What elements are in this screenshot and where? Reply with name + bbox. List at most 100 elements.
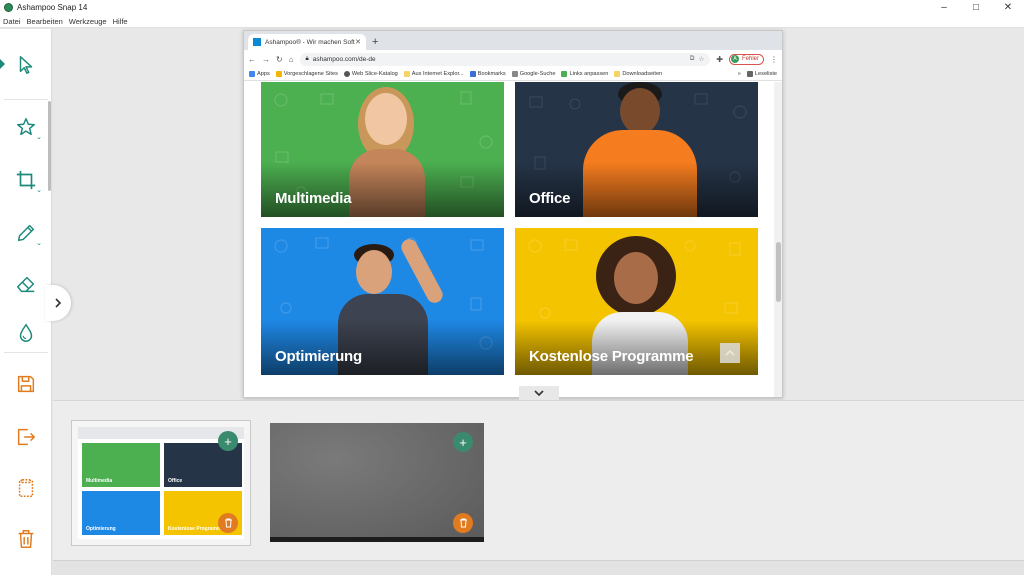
pencil-icon (17, 224, 35, 242)
address-bar[interactable]: 🔒︎ ashampoo.com/de-de ⧉ ☆ (299, 52, 711, 66)
browser-scrollbar[interactable] (774, 82, 782, 397)
bookmark-star-icon[interactable]: ☆ (698, 55, 704, 63)
bookmark-item[interactable]: Vorgeschlagene Sites (275, 71, 338, 77)
crop-icon (16, 170, 36, 190)
drop-icon (19, 323, 33, 342)
export-tool-button[interactable] (8, 419, 44, 455)
bookmark-item[interactable]: Aus Internet Explor... (403, 71, 464, 77)
tile-label: Kostenlose Programme (529, 348, 694, 365)
add-thumbnail-button[interactable]: + (218, 431, 238, 451)
tab-close-icon[interactable]: ✕ (355, 38, 361, 46)
toolbar-divider (4, 352, 48, 353)
thumbnail-capture-2[interactable]: + (270, 423, 484, 542)
home-icon[interactable]: ⌂ (289, 55, 294, 64)
app-window: Ashampoo Snap 14 – □ ✕ Datei Bearbeiten … (0, 0, 1024, 575)
chevron-right-icon (55, 298, 62, 308)
forward-icon[interactable]: → (262, 55, 270, 64)
share-icon[interactable]: ⧉ (690, 55, 695, 63)
blur-tool-button[interactable] (8, 315, 44, 351)
toolbar-scrollbar[interactable] (48, 101, 51, 191)
chevron-up-icon (725, 349, 735, 356)
trash-icon (459, 518, 467, 528)
browser-tab-strip: Ashampoo® - Wir machen Soft ✕ + (244, 31, 782, 50)
status-bar (53, 560, 1024, 575)
menu-edit[interactable]: Bearbeiten (24, 17, 66, 26)
window-title: Ashampoo Snap 14 (17, 3, 88, 12)
menu-file[interactable]: Datei (0, 17, 24, 26)
pen-tool-button[interactable]: ⌄ (8, 215, 44, 251)
taskbar-preview (270, 537, 484, 542)
clipboard-tool-button[interactable] (8, 470, 44, 506)
cursor-icon (19, 56, 33, 74)
plus-icon: + (224, 433, 232, 449)
bookmark-item[interactable]: Bookmarks (469, 71, 506, 77)
select-tool-button[interactable] (8, 47, 44, 83)
eraser-icon (17, 276, 35, 293)
browser-tab[interactable]: Ashampoo® - Wir machen Soft ✕ (248, 34, 366, 50)
export-icon (17, 428, 35, 446)
eraser-tool-button[interactable] (8, 266, 44, 302)
collapse-thumbnails-button[interactable] (519, 386, 559, 400)
scroll-to-top-button[interactable] (720, 343, 740, 363)
bookmark-item[interactable]: Apps (249, 71, 270, 77)
address-url: ashampoo.com/de-de (312, 55, 376, 63)
trash-icon (18, 530, 34, 548)
bookmark-item[interactable]: Google-Suche (511, 71, 555, 77)
tile-label: Multimedia (275, 190, 352, 207)
browser-menu-icon[interactable]: ⋮ (770, 55, 778, 64)
tile-label: Optimierung (275, 348, 362, 365)
chevron-down-icon (534, 390, 544, 397)
delete-thumbnail-button[interactable] (453, 513, 473, 533)
bookmarks-bar: Apps Vorgeschlagene Sites Web Slice-Kata… (244, 68, 782, 81)
save-tool-button[interactable] (8, 366, 44, 402)
thumbnail-tile: Multimedia (82, 443, 160, 487)
chevron-down-icon: ⌄ (36, 240, 42, 247)
star-icon (17, 118, 35, 136)
tile-label: Office (529, 190, 571, 207)
plus-icon: + (459, 434, 467, 450)
category-tile-office[interactable]: Office (515, 82, 758, 217)
thumbnail-capture-1[interactable]: Multimedia Office Optimierung Kostenlose… (71, 420, 251, 546)
captured-screenshot[interactable]: Ashampoo® - Wir machen Soft ✕ + ← → ↻ ⌂ … (243, 30, 783, 398)
active-tool-indicator (0, 59, 5, 69)
delete-tool-button[interactable] (8, 521, 44, 557)
clipboard-icon (18, 479, 34, 497)
thumbnail-panel: Multimedia Office Optimierung Kostenlose… (53, 400, 1024, 560)
minimize-button[interactable]: – (928, 0, 960, 15)
more-bookmarks-icon[interactable]: » (738, 71, 741, 77)
browser-address-row: ← → ↻ ⌂ 🔒︎ ashampoo.com/de-de ⧉ ☆ ✚ A Fe… (244, 50, 782, 68)
bookmark-item[interactable]: Links anpassen (561, 71, 608, 77)
category-tile-optimierung[interactable]: Optimierung (261, 228, 504, 375)
menu-tools[interactable]: Werkzeuge (66, 17, 110, 26)
extensions-icon[interactable]: ✚ (716, 55, 723, 64)
title-bar: Ashampoo Snap 14 – □ ✕ (0, 0, 1024, 15)
save-icon (17, 375, 35, 393)
crop-tool-button[interactable]: ⌄ (8, 162, 44, 198)
new-tab-icon[interactable]: + (372, 36, 378, 48)
delete-thumbnail-button[interactable] (218, 513, 238, 533)
category-tile-kostenlose-programme[interactable]: Kostenlose Programme (515, 228, 758, 375)
bookmark-item[interactable]: Downloadseiten (614, 71, 662, 77)
chevron-down-icon: ⌄ (36, 187, 42, 194)
maximize-button[interactable]: □ (960, 0, 992, 15)
menu-bar: Datei Bearbeiten Werkzeuge Hilfe (0, 15, 1024, 28)
category-tile-multimedia[interactable]: Multimedia (261, 82, 504, 217)
profile-button[interactable]: A Fehler (728, 53, 764, 65)
app-logo-icon (4, 3, 13, 12)
lock-icon: 🔒︎ (305, 55, 309, 62)
bookmark-item[interactable]: Web Slice-Katalog (343, 71, 398, 77)
close-button[interactable]: ✕ (992, 0, 1024, 15)
trash-icon (224, 518, 232, 528)
stamp-tool-button[interactable]: ⌄ (8, 109, 44, 145)
menu-help[interactable]: Hilfe (110, 17, 131, 26)
toolbar-divider (4, 99, 48, 100)
browser-tab-title: Ashampoo® - Wir machen Soft (265, 38, 355, 46)
reading-list[interactable]: Leseliste (746, 71, 777, 77)
chevron-down-icon: ⌄ (36, 134, 42, 141)
add-thumbnail-button[interactable]: + (453, 432, 473, 452)
web-page-content: Multimedia Office Optimierung Kostenlose… (244, 82, 776, 397)
thumbnail-tile: Optimierung (82, 491, 160, 535)
ashampoo-favicon-icon (253, 38, 261, 46)
reload-icon[interactable]: ↻ (276, 55, 283, 64)
back-icon[interactable]: ← (248, 55, 256, 64)
